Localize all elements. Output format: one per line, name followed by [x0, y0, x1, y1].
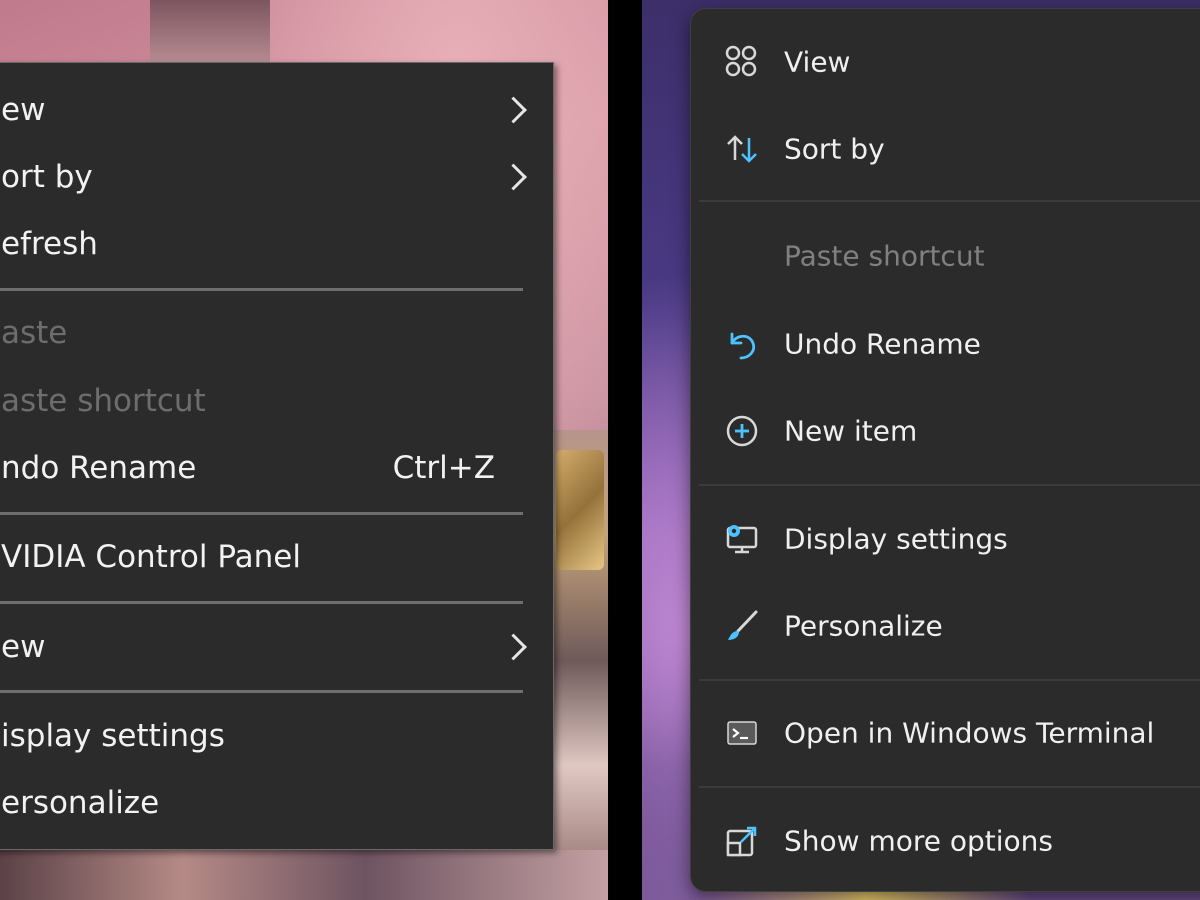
windows11-context-menu: View Sort by Paste shortcut Undo Rename [690, 8, 1200, 892]
menu-item-label: Display settings [784, 522, 1008, 556]
menu-item-label: Open in Windows Terminal [784, 716, 1155, 750]
menu-item-label: VIDIA Control Panel [1, 539, 301, 575]
menu-item-label: ew [1, 92, 46, 128]
menu-separator [0, 288, 523, 291]
menu-item-label: ew [1, 629, 46, 665]
menu-item-nvidia-control-panel[interactable]: VIDIA Control Panel [0, 527, 553, 587]
menu-item-paste-shortcut: Paste shortcut [691, 225, 1200, 287]
desktop-wallpaper-left: ew ort by efresh aste aste shortcut ndo … [0, 0, 608, 900]
menu-item-label: View [784, 45, 851, 79]
chevron-right-icon [500, 96, 527, 124]
menu-item-label: Paste shortcut [784, 239, 985, 273]
view-grid-icon [723, 43, 761, 81]
sort-arrows-icon [723, 130, 761, 168]
menu-separator [699, 786, 1200, 788]
terminal-icon [723, 714, 761, 752]
wallpaper-detail [556, 450, 604, 570]
menu-item-label: aste [1, 315, 68, 351]
menu-item-label: Sort by [784, 132, 885, 166]
wallpaper-detail [150, 0, 270, 62]
menu-item-display-settings[interactable]: isplay settings [0, 706, 553, 766]
menu-item-label: ndo Rename [1, 450, 197, 486]
menu-item-label: ort by [1, 159, 93, 195]
chevron-right-icon [500, 163, 527, 191]
menu-item-label: efresh [1, 226, 98, 262]
menu-item-display-settings[interactable]: Display settings [691, 508, 1200, 570]
menu-item-open-in-windows-terminal[interactable]: Open in Windows Terminal [691, 702, 1200, 764]
menu-separator [699, 200, 1200, 202]
display-settings-icon [723, 520, 761, 558]
undo-icon [723, 325, 761, 363]
menu-item-refresh[interactable]: efresh [0, 214, 553, 274]
menu-item-view[interactable]: ew [0, 80, 553, 140]
menu-separator [699, 679, 1200, 681]
menu-item-sort-by[interactable]: Sort by [691, 118, 1200, 180]
windows10-context-menu: ew ort by efresh aste aste shortcut ndo … [0, 62, 554, 850]
wallpaper-detail [0, 850, 608, 900]
menu-separator [0, 601, 523, 604]
menu-item-undo-rename[interactable]: Undo Rename [691, 313, 1200, 375]
new-item-plus-icon [723, 412, 761, 450]
menu-item-label: ersonalize [1, 785, 160, 821]
menu-item-new-item[interactable]: New item [691, 400, 1200, 462]
menu-item-personalize[interactable]: Personalize [691, 595, 1200, 657]
menu-separator [0, 690, 523, 693]
menu-item-view[interactable]: View [691, 31, 1200, 93]
menu-item-label: Personalize [784, 609, 943, 643]
menu-item-paste: aste [0, 303, 553, 363]
menu-item-label: isplay settings [1, 718, 225, 754]
keyboard-shortcut: Ctrl+Z [392, 450, 495, 486]
menu-item-label: New item [784, 414, 918, 448]
menu-item-sort-by[interactable]: ort by [0, 147, 553, 207]
menu-item-undo-rename[interactable]: ndo Rename Ctrl+Z [0, 438, 553, 498]
menu-item-show-more-options[interactable]: Show more options [691, 810, 1200, 872]
show-more-options-icon [723, 822, 761, 860]
menu-separator [0, 512, 523, 515]
menu-separator [699, 484, 1200, 486]
menu-item-label: aste shortcut [1, 383, 206, 419]
chevron-right-icon [500, 633, 527, 661]
menu-item-personalize[interactable]: ersonalize [0, 773, 553, 833]
menu-item-paste-shortcut: aste shortcut [0, 371, 553, 431]
menu-item-new[interactable]: ew [0, 617, 553, 677]
menu-item-label: Undo Rename [784, 327, 981, 361]
menu-item-label: Show more options [784, 824, 1054, 858]
brush-icon [723, 607, 761, 645]
